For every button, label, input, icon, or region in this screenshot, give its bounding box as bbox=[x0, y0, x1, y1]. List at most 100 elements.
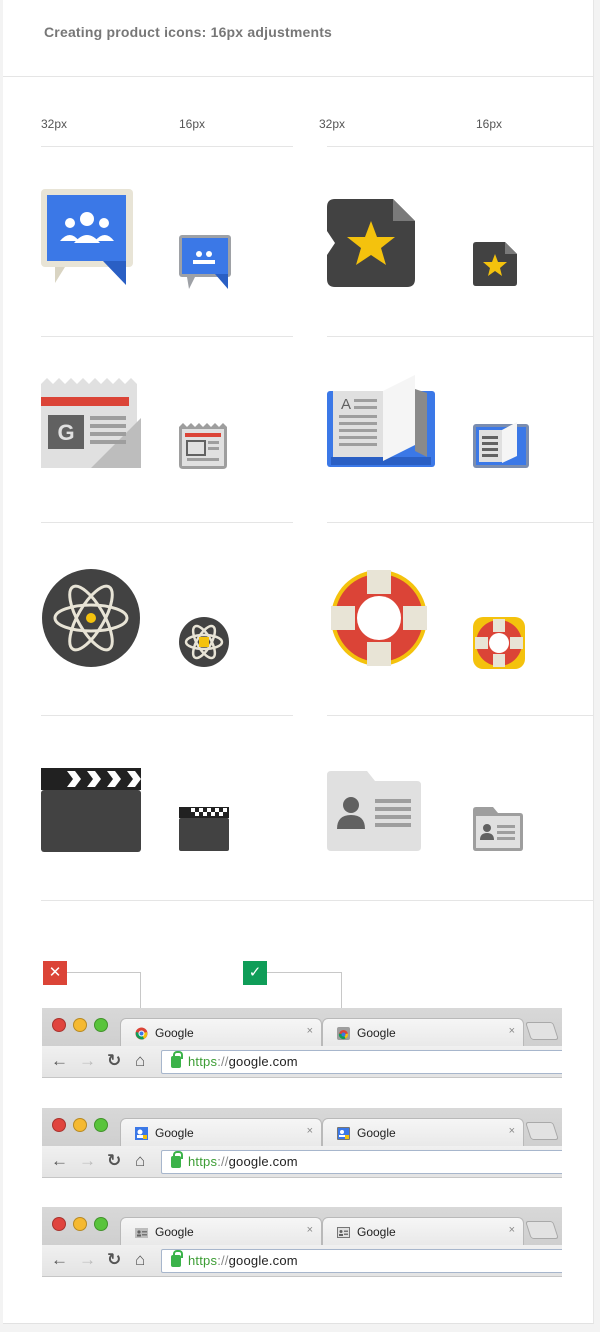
chrome-logo-icon bbox=[337, 1027, 350, 1040]
tab-close-button[interactable]: × bbox=[307, 1025, 313, 1037]
incorrect-marker: ✕ bbox=[43, 961, 67, 985]
newspaper-icon-32px: G bbox=[41, 378, 141, 468]
forward-arrow-icon[interactable]: → bbox=[79, 1051, 96, 1071]
row-divider bbox=[41, 146, 293, 147]
contacts-favicon-icon bbox=[135, 1127, 148, 1140]
browser-window: Google × Google × ← → ↻ ⌂ https://google… bbox=[42, 1008, 562, 1078]
tab-close-button[interactable]: × bbox=[509, 1125, 515, 1137]
back-arrow-icon[interactable]: ← bbox=[51, 1051, 68, 1071]
browser-window: Google × Google × ← → ↻ ⌂ https://google… bbox=[42, 1108, 562, 1178]
tab-title: Google bbox=[155, 1225, 194, 1239]
title-divider bbox=[3, 76, 594, 77]
address-bar[interactable]: https://google.com bbox=[161, 1249, 562, 1273]
browser-window: Google × Google × ← → ↻ ⌂ https://google… bbox=[42, 1207, 562, 1277]
close-window-button[interactable] bbox=[52, 1118, 66, 1132]
minimize-window-button[interactable] bbox=[73, 1018, 87, 1032]
browser-tab[interactable]: Google × bbox=[322, 1018, 524, 1046]
column-label-16px-right: 16px bbox=[476, 117, 503, 131]
star-document-icon-16px bbox=[473, 242, 517, 286]
address-bar[interactable]: https://google.com bbox=[161, 1050, 562, 1074]
reload-icon[interactable]: ↻ bbox=[107, 1250, 121, 1270]
svg-text:A: A bbox=[341, 396, 351, 413]
maximize-window-button[interactable] bbox=[94, 1217, 108, 1231]
minimize-window-button[interactable] bbox=[73, 1118, 87, 1132]
id-card-favicon-icon bbox=[135, 1228, 148, 1238]
row-divider bbox=[41, 900, 593, 901]
minimize-window-button[interactable] bbox=[73, 1217, 87, 1231]
clapperboard-icon-32px bbox=[41, 768, 141, 852]
tab-title: Google bbox=[155, 1026, 194, 1040]
maximize-window-button[interactable] bbox=[94, 1118, 108, 1132]
lock-icon bbox=[171, 1250, 183, 1267]
lifebuoy-icon-32px bbox=[331, 570, 427, 666]
url-text: https://google.com bbox=[188, 1054, 298, 1069]
star-document-icon-32px bbox=[327, 199, 415, 287]
home-icon[interactable]: ⌂ bbox=[135, 1151, 145, 1171]
page-title: Creating product icons: 16px adjustments bbox=[44, 24, 333, 40]
new-tab-button[interactable] bbox=[525, 1221, 559, 1239]
row-divider bbox=[327, 715, 593, 716]
chrome-logo-icon bbox=[135, 1027, 148, 1040]
tab-title: Google bbox=[357, 1026, 396, 1040]
forward-arrow-icon[interactable]: → bbox=[79, 1151, 96, 1171]
new-tab-button[interactable] bbox=[525, 1122, 559, 1140]
browser-tab[interactable]: Google × bbox=[322, 1217, 524, 1245]
atom-icon-16px bbox=[179, 617, 229, 667]
back-arrow-icon[interactable]: ← bbox=[51, 1151, 68, 1171]
atom-icon-32px bbox=[42, 569, 140, 667]
browser-tab[interactable]: Google × bbox=[120, 1217, 322, 1245]
maximize-window-button[interactable] bbox=[94, 1018, 108, 1032]
forward-arrow-icon[interactable]: → bbox=[79, 1250, 96, 1270]
new-tab-button[interactable] bbox=[525, 1022, 559, 1040]
row-divider bbox=[327, 522, 593, 523]
row-divider bbox=[327, 146, 593, 147]
lock-icon bbox=[171, 1051, 183, 1068]
classroom-icon-32px bbox=[41, 189, 133, 285]
svg-text:G: G bbox=[57, 420, 74, 445]
tab-title: Google bbox=[357, 1225, 396, 1239]
browser-tab[interactable]: Google × bbox=[120, 1018, 322, 1046]
newspaper-icon-16px bbox=[179, 423, 227, 469]
contact-folder-icon-16px bbox=[473, 807, 523, 851]
browser-tab[interactable]: Google × bbox=[120, 1118, 322, 1146]
url-text: https://google.com bbox=[188, 1154, 298, 1169]
row-divider bbox=[41, 522, 293, 523]
column-label-32px-right: 32px bbox=[319, 117, 346, 131]
tab-close-button[interactable]: × bbox=[509, 1025, 515, 1037]
reload-icon[interactable]: ↻ bbox=[107, 1151, 121, 1171]
lifebuoy-icon-16px bbox=[473, 617, 525, 669]
close-icon: ✕ bbox=[48, 964, 62, 981]
check-icon: ✓ bbox=[248, 964, 262, 981]
browser-toolbar: ← → ↻ ⌂ https://google.com bbox=[42, 1046, 562, 1077]
open-book-icon-16px bbox=[473, 422, 529, 468]
tab-title: Google bbox=[155, 1126, 194, 1140]
id-card-favicon-icon bbox=[337, 1227, 350, 1238]
tab-close-button[interactable]: × bbox=[307, 1125, 313, 1137]
back-arrow-icon[interactable]: ← bbox=[51, 1250, 68, 1270]
home-icon[interactable]: ⌂ bbox=[135, 1250, 145, 1270]
lock-icon bbox=[171, 1151, 183, 1168]
correct-marker: ✓ bbox=[243, 961, 267, 985]
tab-close-button[interactable]: × bbox=[307, 1224, 313, 1236]
classroom-icon-16px bbox=[179, 235, 231, 289]
contacts-favicon-icon bbox=[337, 1127, 350, 1140]
tab-title: Google bbox=[357, 1126, 396, 1140]
row-divider bbox=[41, 336, 293, 337]
home-icon[interactable]: ⌂ bbox=[135, 1051, 145, 1071]
column-label-16px-left: 16px bbox=[179, 117, 206, 131]
close-window-button[interactable] bbox=[52, 1217, 66, 1231]
url-text: https://google.com bbox=[188, 1253, 298, 1268]
browser-tab[interactable]: Google × bbox=[322, 1118, 524, 1146]
row-divider bbox=[327, 336, 593, 337]
callout-line bbox=[67, 972, 141, 973]
callout-line bbox=[267, 972, 342, 973]
address-bar[interactable]: https://google.com bbox=[161, 1150, 562, 1174]
close-window-button[interactable] bbox=[52, 1018, 66, 1032]
row-divider bbox=[41, 715, 293, 716]
column-label-32px-left: 32px bbox=[41, 117, 68, 131]
open-book-icon-32px: A bbox=[327, 375, 435, 467]
tab-close-button[interactable]: × bbox=[509, 1224, 515, 1236]
browser-toolbar: ← → ↻ ⌂ https://google.com bbox=[42, 1245, 562, 1276]
contact-folder-icon-32px bbox=[327, 771, 421, 851]
reload-icon[interactable]: ↻ bbox=[107, 1051, 121, 1071]
